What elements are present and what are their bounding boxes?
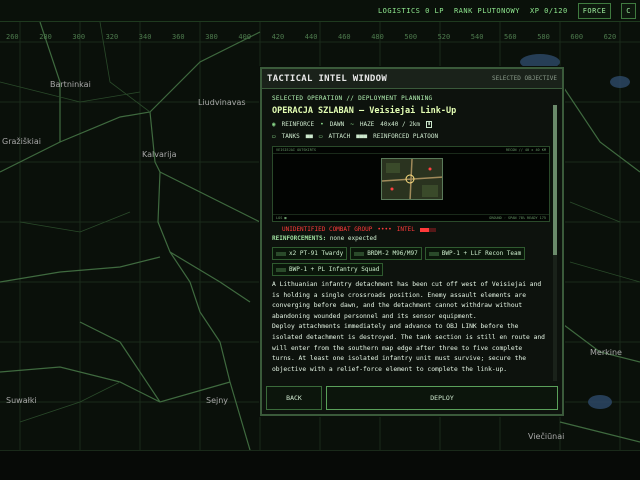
preview-right-label: RECON // 40 x 40 KM bbox=[505, 148, 546, 152]
map-scale-tick: 600 bbox=[570, 33, 584, 41]
attachment-chips: x2 PT-91 Twardy BRDM-2 M96/M97 BWP-1 + L… bbox=[272, 247, 548, 276]
map-scale-tick: 340 bbox=[138, 33, 152, 41]
attachment-chip[interactable]: x2 PT-91 Twardy bbox=[272, 247, 348, 260]
preview-bottom-left: LOS ■ bbox=[276, 216, 287, 220]
unit-icon bbox=[354, 251, 365, 256]
force-button[interactable]: FORCE bbox=[577, 2, 612, 19]
reinforcements-value: none expected bbox=[329, 235, 377, 242]
operation-meta-row-2: ▭ TANKS ■■ ▭ ATTACH ■■■ REINFORCED PLATO… bbox=[272, 133, 548, 140]
operation-meta-row-1: ◉ REINFORCE • DAWN ~ HAZE 40x40 / 2km ▮ bbox=[272, 121, 548, 128]
logistics-readout: LOGISTICS 0 LP bbox=[377, 6, 444, 15]
window-footer: BACK DEPLOY bbox=[266, 386, 558, 410]
place-merkine: Merkine bbox=[590, 348, 622, 357]
intel-level-bar bbox=[419, 227, 436, 232]
map-scale-tick: 320 bbox=[105, 33, 119, 41]
map-preview: VEISIEJAI OUTSKIRTS RECON // 40 x 40 KM … bbox=[272, 146, 550, 222]
attachment-chip[interactable]: BRDM-2 M96/M97 bbox=[350, 247, 422, 260]
briefing-text-1: A Lithuanian infantry detachment has bee… bbox=[272, 281, 542, 320]
briefing-content[interactable]: SELECTED OPERATION // DEPLOYMENT PLANNIN… bbox=[268, 93, 552, 383]
map-scale-tick: 560 bbox=[504, 33, 517, 41]
preview-bottom-right: GROUND ◦ SPAN 78% READY 175 bbox=[489, 216, 546, 220]
map-scale-tick: 300 bbox=[72, 33, 86, 41]
map-scale-tick: 500 bbox=[404, 33, 418, 41]
enemy-strength-dots: •••• bbox=[377, 226, 392, 233]
weather: HAZE bbox=[359, 121, 375, 128]
location-pin-icon: ◉ bbox=[272, 121, 276, 128]
map-scale-tick: 480 bbox=[371, 33, 384, 41]
intel-label: INTEL bbox=[396, 226, 415, 233]
map-scale-tick: 460 bbox=[338, 33, 351, 41]
unit-icon bbox=[428, 251, 439, 256]
rank-readout: RANK PLUTONOWY bbox=[453, 6, 520, 15]
briefing-scrollbar[interactable] bbox=[553, 105, 557, 381]
map-scale-tick: 360 bbox=[172, 33, 185, 41]
map-scale-tick: 580 bbox=[537, 33, 550, 41]
attachment-label: BRDM-2 M96/M97 bbox=[367, 250, 418, 257]
mission-type: REINFORCE bbox=[281, 121, 315, 128]
attach-label: ATTACH bbox=[328, 133, 351, 140]
map-size: 40x40 / 2km bbox=[380, 121, 421, 128]
operation-kicker: SELECTED OPERATION // DEPLOYMENT PLANNIN… bbox=[272, 95, 433, 102]
top-status-bar: LOGISTICS 0 LP RANK PLUTONOWY XP 0/120 F… bbox=[0, 0, 640, 22]
intel-level-fill bbox=[419, 227, 430, 232]
attachment-chip[interactable]: BWP-1 + LLF Recon Team bbox=[424, 247, 526, 260]
window-title: TACTICAL INTEL WINDOW bbox=[267, 73, 388, 84]
time-of-day: DAWN bbox=[329, 121, 345, 128]
map-scale-tick: 540 bbox=[470, 33, 484, 41]
tanks-level: ■■ bbox=[305, 133, 313, 140]
attachment-label: BWP-1 + PL Infantry Squad bbox=[289, 266, 380, 273]
map-scale-tick: 400 bbox=[238, 33, 252, 41]
tanks-label: TANKS bbox=[281, 133, 300, 140]
xp-readout: XP 0/120 bbox=[529, 6, 568, 15]
reinforcements-label: REINFORCEMENTS: bbox=[272, 235, 327, 242]
place-bartninkai: Bartninkai bbox=[50, 80, 91, 89]
window-subtitle: SELECTED OBJECTIVE bbox=[491, 75, 557, 82]
map-scale-tick: 420 bbox=[271, 33, 285, 41]
preview-minimap bbox=[381, 158, 443, 200]
size-indicator-icon: ▮ bbox=[426, 121, 433, 128]
unit-type: REINFORCED PLATOON bbox=[373, 133, 439, 140]
scrollbar-thumb[interactable] bbox=[553, 105, 557, 255]
place-liudvinavas: Liudvinavas bbox=[198, 98, 246, 107]
place-suwalki: Suwałki bbox=[6, 396, 37, 405]
map-scale-tick: 620 bbox=[603, 33, 617, 41]
extra-button[interactable]: C bbox=[621, 2, 636, 19]
place-sejny: Sejny bbox=[206, 396, 229, 405]
deploy-button[interactable]: DEPLOY bbox=[326, 386, 558, 410]
map-scale-tick: 280 bbox=[39, 33, 52, 41]
back-button[interactable]: BACK bbox=[266, 386, 322, 410]
time-icon: • bbox=[320, 121, 324, 128]
attach-level: ■■■ bbox=[356, 133, 368, 140]
briefing-text-2: Deploy attachments immediately and advan… bbox=[272, 323, 545, 373]
attach-icon: ▭ bbox=[318, 133, 323, 140]
map-scale-tick: 440 bbox=[304, 33, 318, 41]
unit-icon bbox=[276, 251, 286, 256]
preview-minimap-terrain bbox=[382, 159, 442, 199]
window-header: TACTICAL INTEL WINDOW SELECTED OBJECTIVE bbox=[262, 69, 562, 89]
reinforcements-line: REINFORCEMENTS: none expected bbox=[272, 235, 548, 242]
attachment-label: BWP-1 + LLF Recon Team bbox=[441, 250, 522, 257]
enemy-group-label: UNIDENTIFIED COMBAT GROUP bbox=[282, 226, 373, 233]
operation-title: OPERACJA SZLABAN — Veisiejai Link-Up bbox=[272, 106, 457, 116]
bottom-bar bbox=[0, 450, 640, 480]
attachment-chip[interactable]: BWP-1 + PL Infantry Squad bbox=[272, 263, 384, 276]
place-grazisikai: Gražiškiai bbox=[2, 137, 41, 146]
unit-icon bbox=[276, 267, 286, 272]
map-scale-tick: 260 bbox=[6, 33, 19, 41]
preview-left-label: VEISIEJAI OUTSKIRTS bbox=[276, 148, 317, 152]
attachment-label: x2 PT-91 Twardy bbox=[289, 250, 344, 257]
weather-icon: ~ bbox=[350, 121, 354, 128]
map-scale-tick: 520 bbox=[437, 33, 451, 41]
map-scale-tick: 380 bbox=[205, 33, 218, 41]
tank-icon: ▭ bbox=[272, 133, 276, 140]
place-kalvarija: Kalvarija bbox=[142, 150, 177, 159]
tactical-intel-window: TACTICAL INTEL WINDOW SELECTED OBJECTIVE… bbox=[260, 67, 564, 416]
place-vieciunai: Viečiūnai bbox=[528, 432, 565, 441]
intel-line: UNIDENTIFIED COMBAT GROUP •••• INTEL bbox=[272, 226, 548, 233]
